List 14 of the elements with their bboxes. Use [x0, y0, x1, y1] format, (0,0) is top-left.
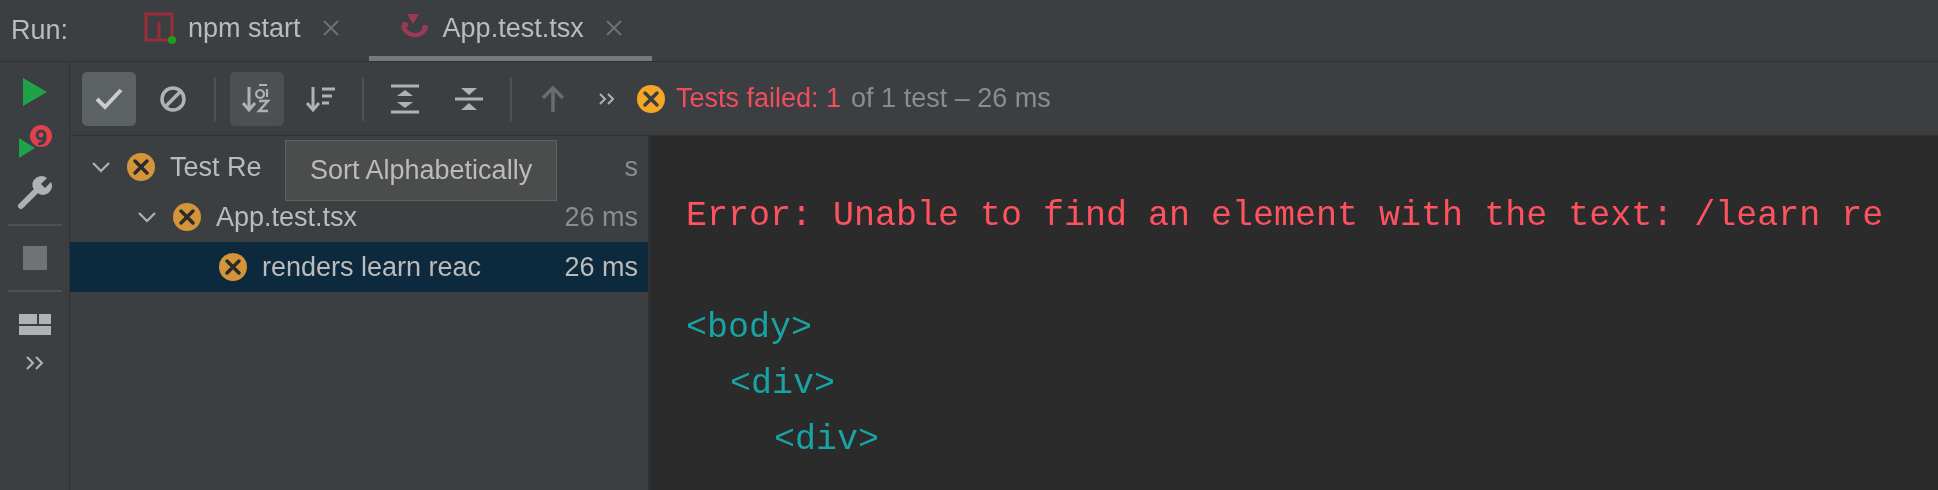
console-line: <body> — [686, 307, 814, 350]
tree-item-label: Test Re — [170, 151, 262, 183]
console-line: <div> — [730, 363, 837, 406]
tree-item-label: App.test.tsx — [216, 201, 358, 233]
console-line: <div> — [774, 419, 881, 462]
tooltip: Sort Alphabetically — [285, 140, 558, 201]
status-failed-text: Tests failed: 1 — [676, 83, 842, 114]
error-message: Error: Unable to find an element with the text: /learn re — [686, 195, 1885, 238]
duration-text: 26 ms — [564, 251, 638, 283]
tree-item-label: renders learn reac — [262, 251, 482, 283]
duration-text: 26 ms — [564, 201, 638, 233]
status-summary-text: of 1 test – 26 ms — [851, 83, 1051, 114]
duration-text: s — [624, 151, 638, 183]
run-label: Run: — [10, 15, 70, 46]
